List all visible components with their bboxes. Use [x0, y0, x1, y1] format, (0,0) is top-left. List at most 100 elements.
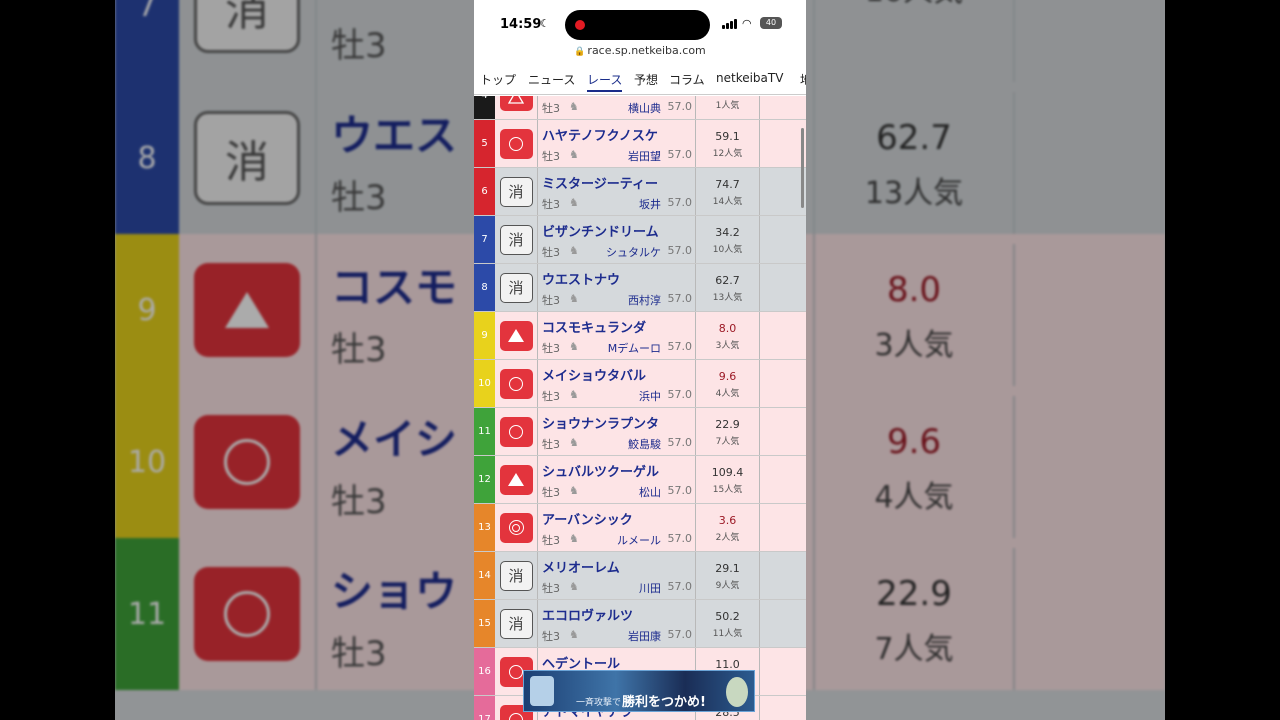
table-row[interactable]: 12 シュバルツクーゲル 牡3 ♞ 松山 57.0 109.4 15人気	[474, 456, 806, 504]
popularity: 4人気	[715, 389, 740, 399]
horse-number: 6	[474, 168, 495, 215]
tab-column[interactable]: コラム	[669, 71, 705, 88]
extra-cell	[760, 312, 806, 359]
horse-name-link[interactable]: ミスタージーティー	[542, 173, 658, 192]
horse-info-cell: エコロヴァルツ 牡3 ♞ 岩田康 57.0	[538, 600, 696, 647]
tab-news[interactable]: ニュース	[528, 71, 575, 88]
weight: 57.0	[667, 580, 693, 593]
sex-age: 牡3	[542, 198, 560, 211]
prediction-mark-button[interactable]	[499, 416, 533, 447]
kesu-mark-button[interactable]: 消	[499, 224, 533, 255]
triangle-mark-icon	[508, 473, 524, 486]
extra-cell	[760, 552, 806, 599]
horse-name-link[interactable]: ショウナンラプンタ	[542, 413, 659, 432]
jockey-name[interactable]: 岩田康	[628, 628, 661, 644]
table-row[interactable]: 7 消ビザンチンドリーム 牡3 ♞ シュタルケ 57.0 34.2 10人気	[474, 216, 806, 264]
odds-cell: 2.61人気	[696, 96, 760, 119]
prediction-mark-button[interactable]	[499, 512, 533, 543]
popularity: 14人気	[712, 197, 743, 207]
extra-cell	[760, 408, 806, 455]
table-row[interactable]: 14 消メリオーレム 牡3 ♞ 川田 57.0 29.1 9人気	[474, 552, 806, 600]
horse-name-link[interactable]: コスモキュランダ	[542, 317, 646, 336]
table-row[interactable]: 10 メイショウタバル 牡3 ♞ 浜中 57.0 9.6 4人気	[474, 360, 806, 408]
circle-mark-icon	[509, 376, 523, 391]
horse-name-link[interactable]: エコロヴァルツ	[542, 605, 633, 624]
horse-silhouette-icon: ♞	[569, 148, 579, 161]
wifi-icon: ◠	[742, 17, 752, 30]
prediction-mark-button[interactable]	[499, 320, 533, 351]
open-triangle-mark-icon	[507, 96, 525, 104]
prediction-mark-button[interactable]	[499, 464, 533, 495]
horse-info-cell: アーバンシック 牡3 ♞ ルメール 57.0	[538, 504, 696, 551]
odds-cell: 3.6 2人気	[696, 504, 760, 551]
address-bar[interactable]: 🔒 race.sp.netkeiba.com	[474, 44, 806, 57]
phone-screen: 14:59 ☾ ◠ 40 🔒 race.sp.netkeiba.com トップ ニ…	[474, 0, 806, 720]
recording-indicator-icon	[575, 20, 585, 30]
jockey-name[interactable]: シュタルケ	[606, 244, 661, 260]
tab-netkeibatv[interactable]: netkeibaTV	[716, 71, 783, 85]
jockey-name[interactable]: 岩田望	[628, 148, 661, 164]
horse-name-link[interactable]: ビザンチンドリーム	[542, 221, 659, 240]
horse-name-link[interactable]: ウエストナウ	[542, 269, 620, 288]
tab-chiho[interactable]: 地	[800, 71, 806, 88]
odds-value: 3.6	[718, 514, 737, 527]
extra-cell	[760, 600, 806, 647]
table-row[interactable]: 15 消エコロヴァルツ 牡3 ♞ 岩田康 57.0 50.2 11人気	[474, 600, 806, 648]
prediction-mark-button[interactable]	[499, 368, 533, 399]
jockey-name[interactable]: 坂井	[639, 196, 661, 212]
sex-age: 牡3	[542, 486, 560, 499]
horse-number: 17	[474, 696, 495, 720]
horse-number: 15	[474, 600, 495, 647]
tab-top[interactable]: トップ	[480, 71, 516, 88]
sex-age: 牡3	[542, 102, 560, 115]
prediction-mark-button[interactable]	[499, 96, 533, 111]
horse-silhouette-icon: ♞	[569, 580, 579, 593]
horse-name-link[interactable]: ハヤテノフクノスケ	[542, 125, 658, 144]
horse-name-link[interactable]: アーバンシック	[542, 509, 633, 528]
horse-number: 16	[474, 648, 495, 695]
horse-silhouette-icon: ♞	[569, 196, 579, 209]
horse-number: 10	[474, 360, 495, 407]
horse-name-link[interactable]: メリオーレム	[542, 557, 620, 576]
table-row[interactable]: 13 アーバンシック 牡3 ♞ ルメール 57.0 3.6 2人気	[474, 504, 806, 552]
jockey-name[interactable]: 鮫島駿	[628, 436, 661, 452]
jockey-name[interactable]: 浜中	[639, 388, 661, 404]
jockey-name[interactable]: Mデムーロ	[608, 340, 661, 356]
table-row[interactable]: 6 消ミスタージーティー 牡3 ♞ 坂井 57.0 74.7 14人気	[474, 168, 806, 216]
mark-cell	[495, 504, 538, 551]
table-row[interactable]: 5 ハヤテノフクノスケ 牡3 ♞ 岩田望 57.0 59.1 12人気	[474, 120, 806, 168]
mark-cell: 消	[495, 168, 538, 215]
ad-banner[interactable]: 一斉攻撃で 勝利をつかめ!	[523, 670, 755, 712]
horse-name-link[interactable]: シュバルツクーゲル	[542, 461, 659, 480]
scrollbar[interactable]	[801, 128, 804, 208]
table-row[interactable]: 11 ショウナンラプンタ 牡3 ♞ 鮫島駿 57.0 22.9 7人気	[474, 408, 806, 456]
odds-value: 50.2	[715, 610, 740, 623]
jockey-name[interactable]: 川田	[639, 580, 661, 596]
table-row[interactable]: 9 コスモキュランダ 牡3 ♞ Mデムーロ 57.0 8.0 3人気	[474, 312, 806, 360]
horse-silhouette-icon: ♞	[569, 340, 579, 353]
horse-name-link[interactable]: メイショウタバル	[542, 365, 646, 384]
horse-silhouette-icon: ♞	[569, 628, 579, 641]
mark-cell: 消	[495, 216, 538, 263]
kesu-mark-button[interactable]: 消	[499, 272, 533, 303]
sex-age: 牡3	[542, 246, 560, 259]
table-row[interactable]: 4ランデラビル牡3♞横山典57.02.61人気	[474, 96, 806, 120]
horse-silhouette-icon: ♞	[569, 436, 579, 449]
jockey-name[interactable]: 松山	[639, 484, 661, 500]
jockey-name[interactable]: 西村淳	[628, 292, 661, 308]
table-row[interactable]: 8 消ウエストナウ 牡3 ♞ 西村淳 57.0 62.7 13人気	[474, 264, 806, 312]
tab-race[interactable]: レース	[587, 71, 623, 92]
kesu-mark-button[interactable]: 消	[499, 560, 533, 591]
kesu-mark-button[interactable]: 消	[499, 176, 533, 207]
jockey-name[interactable]: 横山典	[628, 100, 661, 116]
prediction-mark-button[interactable]	[499, 128, 533, 159]
horse-info-cell: メリオーレム 牡3 ♞ 川田 57.0	[538, 552, 696, 599]
kesu-mark-button[interactable]: 消	[499, 608, 533, 639]
tab-yoso[interactable]: 予想	[634, 71, 658, 88]
odds-value: 22.9	[715, 418, 740, 431]
horse-silhouette-icon: ♞	[569, 388, 579, 401]
horse-number: 14	[474, 552, 495, 599]
horse-info-cell: ビザンチンドリーム 牡3 ♞ シュタルケ 57.0	[538, 216, 696, 263]
jockey-name[interactable]: ルメール	[617, 532, 661, 548]
double-circle-mark-icon	[508, 520, 524, 535]
